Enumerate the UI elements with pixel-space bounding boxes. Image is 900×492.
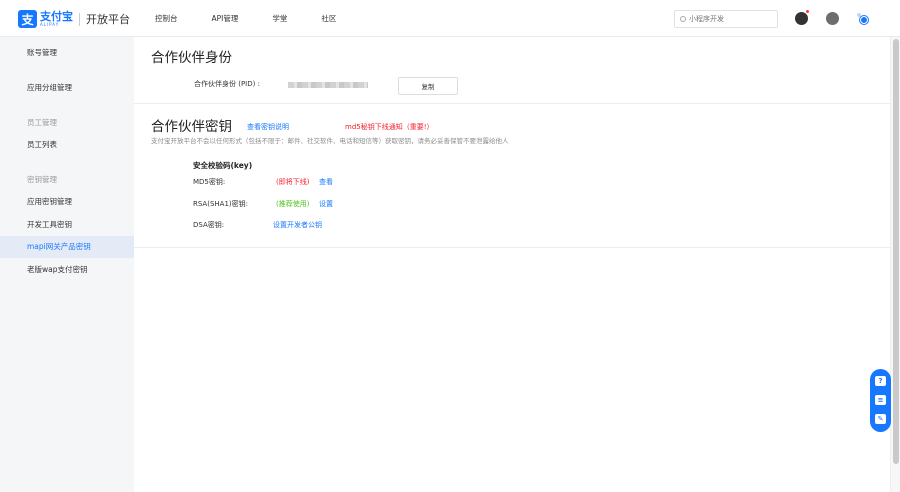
nav-api-management[interactable]: API管理 <box>212 13 239 24</box>
sidebar-item-account[interactable]: 账号管理 <box>0 42 134 64</box>
help-icon[interactable]: ? <box>875 376 886 386</box>
identity-title: 合作伙伴身份 <box>151 50 232 66</box>
notification-dot <box>806 10 809 13</box>
sidebar-item-wap-keys[interactable]: 老版wap支付密钥 <box>0 259 134 281</box>
security-note: 支付宝开放平台不会以任何形式（包括不限于：邮件、社交软件、电话和短信等）获取密钥… <box>151 137 509 145</box>
chat-icon[interactable]: ≡ <box>875 395 886 405</box>
nav-community[interactable]: 社区 <box>321 13 336 24</box>
sidebar-group-staff: 员工管理 <box>27 118 57 127</box>
sidebar: 账号管理 应用分组管理 员工管理 员工列表 密钥管理 应用密钥管理 开发工具密钥… <box>0 37 134 492</box>
nav-console[interactable]: 控制台 <box>155 13 178 24</box>
nav-academy[interactable]: 学堂 <box>272 13 287 24</box>
search-icon <box>680 16 686 22</box>
dsa-label: DSA密钥: <box>193 221 225 229</box>
md5-notice-link[interactable]: md5秘钥下线通知（重要!） <box>345 122 434 132</box>
logo-divider <box>79 12 80 26</box>
sidebar-item-staff-list[interactable]: 员工列表 <box>0 134 134 156</box>
main-content: 合作伙伴身份 合作伙伴身份 (PID) : 复制 合作伙伴密钥 查看密钥说明 m… <box>134 37 890 492</box>
rsa-set-link[interactable]: 设置 <box>319 199 333 209</box>
platform-name: 开放平台 <box>86 13 130 26</box>
md5-view-link[interactable]: 查看 <box>319 177 333 187</box>
key-doc-link[interactable]: 查看密钥说明 <box>247 122 289 132</box>
logo-cn: 支付宝 <box>40 10 73 23</box>
sidebar-item-mapi-keys[interactable]: mapi网关产品密钥 <box>0 236 134 258</box>
page-scrollbar[interactable] <box>890 37 900 492</box>
pid-value-masked <box>288 82 368 88</box>
md5-status: (即将下线) <box>276 178 310 186</box>
md5-label: MD5密钥: <box>193 178 226 186</box>
section-divider <box>134 103 890 104</box>
avatar-shape-main <box>860 16 868 24</box>
scrollbar-thumb[interactable] <box>893 39 899 464</box>
dsa-set-link[interactable]: 设置开发者公钥 <box>273 220 322 230</box>
avatar[interactable] <box>857 13 869 25</box>
bell-icon[interactable] <box>795 12 808 25</box>
keys-title: 合作伙伴密钥 <box>151 119 232 135</box>
feedback-icon[interactable]: ✎ <box>875 414 886 424</box>
copy-button[interactable]: 复制 <box>398 77 458 95</box>
sidebar-item-devtool-keys[interactable]: 开发工具密钥 <box>0 214 134 236</box>
search-box[interactable] <box>674 10 778 28</box>
key-section-title: 安全校验码(key) <box>193 161 253 170</box>
logo-text: 支付宝 ALIPAY <box>40 11 73 27</box>
logo-en: ALIPAY <box>40 22 60 27</box>
alipay-logo[interactable]: 支 支付宝 ALIPAY 开放平台 <box>18 9 130 29</box>
floating-toolbar: ? ≡ ✎ <box>870 369 891 432</box>
rsa-label: RSA(SHA1)密钥: <box>193 200 248 208</box>
top-nav: 控制台 API管理 学堂 社区 <box>155 0 370 37</box>
search-input[interactable] <box>689 15 774 23</box>
rsa-status: (推荐使用) <box>276 200 310 208</box>
sidebar-group-keys: 密钥管理 <box>27 175 57 184</box>
sidebar-item-app-keys[interactable]: 应用密钥管理 <box>0 191 134 213</box>
message-icon[interactable] <box>826 12 839 25</box>
sidebar-item-app-group[interactable]: 应用分组管理 <box>0 77 134 99</box>
top-header: 支 支付宝 ALIPAY 开放平台 控制台 API管理 学堂 社区 <box>0 0 900 37</box>
alipay-logo-icon: 支 <box>18 10 37 28</box>
pid-label: 合作伙伴身份 (PID) : <box>194 80 260 88</box>
section-divider-bottom <box>134 247 890 248</box>
